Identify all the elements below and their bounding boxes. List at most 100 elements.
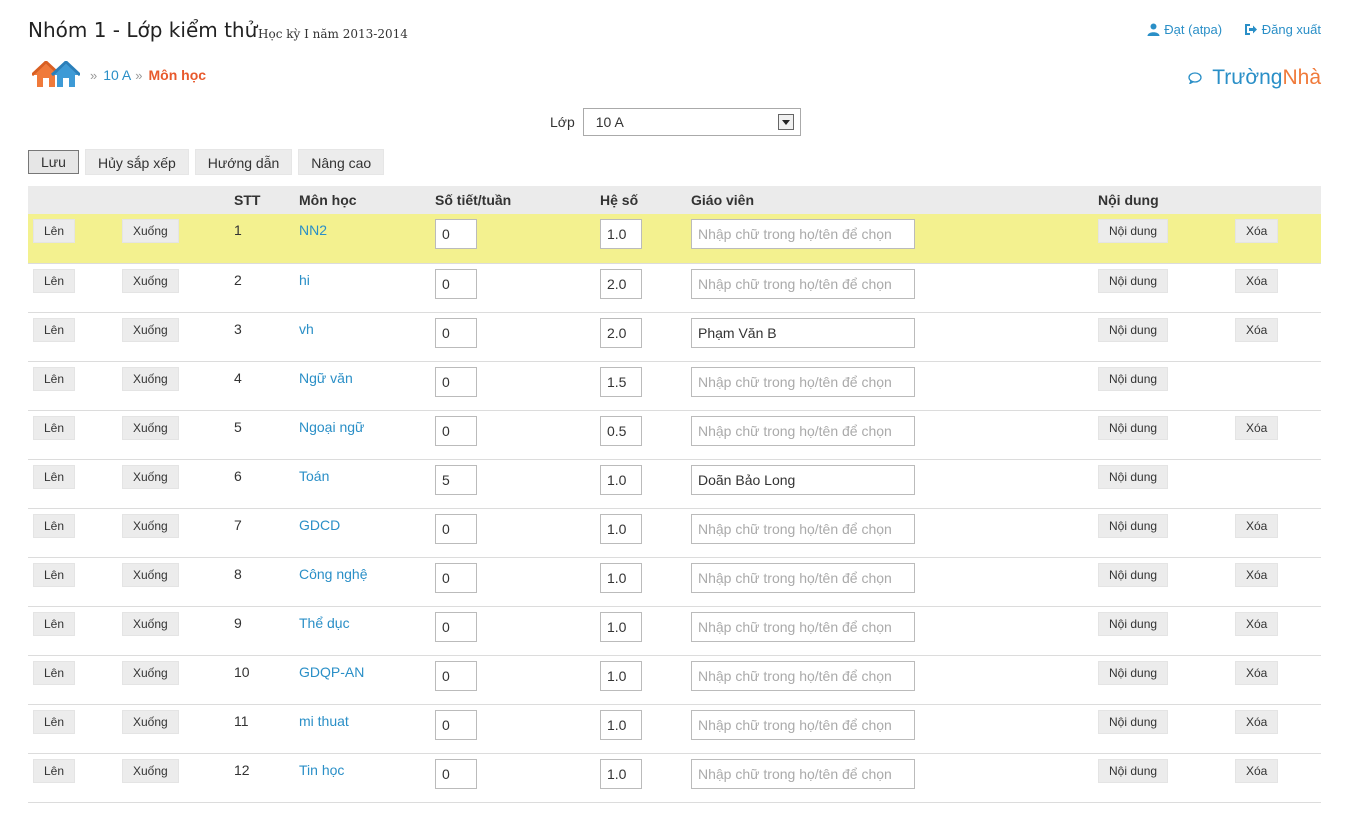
- move-down-button[interactable]: Xuống: [122, 660, 179, 685]
- coef-input[interactable]: 1.0: [600, 219, 642, 249]
- subject-link[interactable]: Toán: [299, 468, 329, 484]
- content-button[interactable]: Nội dung: [1098, 611, 1169, 636]
- home-icon[interactable]: [32, 61, 80, 89]
- coef-input[interactable]: 2.0: [600, 268, 642, 299]
- move-down-button[interactable]: Xuống: [122, 513, 179, 538]
- guide-button[interactable]: Hướng dẫn: [194, 149, 293, 175]
- subject-link[interactable]: mi thuat: [299, 713, 349, 729]
- logout-link[interactable]: Đăng xuất: [1244, 22, 1321, 37]
- periods-input[interactable]: 0: [435, 513, 477, 544]
- coef-input[interactable]: 1.0: [600, 758, 642, 789]
- move-down-button[interactable]: Xuống: [122, 366, 179, 391]
- periods-input[interactable]: 5: [435, 464, 477, 495]
- subject-link[interactable]: Thể dục: [299, 615, 350, 631]
- content-button[interactable]: Nội dung: [1098, 660, 1169, 685]
- subject-link[interactable]: hi: [299, 272, 310, 288]
- dropdown-arrow-icon[interactable]: [777, 114, 794, 130]
- move-down-button[interactable]: Xuống: [122, 317, 179, 342]
- periods-input[interactable]: 0: [435, 317, 477, 348]
- periods-input[interactable]: 0: [435, 562, 477, 593]
- coef-input[interactable]: 1.0: [600, 611, 642, 642]
- content-button[interactable]: Nội dung: [1098, 513, 1169, 538]
- move-up-button[interactable]: Lên: [33, 562, 76, 587]
- coef-input[interactable]: 1.0: [600, 709, 642, 740]
- move-up-button[interactable]: Lên: [33, 464, 76, 489]
- periods-input[interactable]: 0: [435, 611, 477, 642]
- save-button[interactable]: Lưu: [28, 150, 79, 174]
- coef-input[interactable]: 1.0: [600, 464, 642, 495]
- content-button[interactable]: Nội dung: [1098, 317, 1169, 342]
- coef-input[interactable]: 1.0: [600, 562, 642, 593]
- teacher-input[interactable]: Nhập chữ trong họ/tên để chọn: [691, 415, 915, 446]
- delete-button[interactable]: Xóa: [1235, 660, 1279, 685]
- move-down-button[interactable]: Xuống: [122, 219, 179, 243]
- user-link[interactable]: Đạt (atpa): [1147, 22, 1222, 37]
- teacher-input[interactable]: Phạm Văn B: [691, 317, 915, 348]
- periods-input[interactable]: 0: [435, 709, 477, 740]
- content-button[interactable]: Nội dung: [1098, 709, 1169, 734]
- move-down-button[interactable]: Xuống: [122, 562, 179, 587]
- content-button[interactable]: Nội dung: [1098, 562, 1169, 587]
- teacher-input[interactable]: Nhập chữ trong họ/tên để chọn: [691, 709, 915, 740]
- subject-link[interactable]: Ngoại ngữ: [299, 419, 364, 435]
- content-button[interactable]: Nội dung: [1098, 366, 1169, 391]
- delete-button[interactable]: Xóa: [1235, 513, 1279, 538]
- coef-input[interactable]: 1.0: [600, 513, 642, 544]
- teacher-input[interactable]: Nhập chữ trong họ/tên để chọn: [691, 660, 915, 691]
- teacher-input[interactable]: Nhập chữ trong họ/tên để chọn: [691, 758, 915, 789]
- periods-input[interactable]: 0: [435, 268, 477, 299]
- subject-link[interactable]: NN2: [299, 222, 327, 238]
- periods-input[interactable]: 0: [435, 758, 477, 789]
- move-up-button[interactable]: Lên: [33, 709, 76, 734]
- teacher-input[interactable]: Doãn Bảo Long: [691, 464, 915, 495]
- coef-input[interactable]: 2.0: [600, 317, 642, 348]
- move-up-button[interactable]: Lên: [33, 268, 76, 293]
- delete-button[interactable]: Xóa: [1235, 562, 1279, 587]
- move-up-button[interactable]: Lên: [33, 660, 76, 685]
- periods-input[interactable]: 0: [435, 660, 477, 691]
- teacher-input[interactable]: Nhập chữ trong họ/tên để chọn: [691, 611, 915, 642]
- teacher-input[interactable]: Nhập chữ trong họ/tên để chọn: [691, 366, 915, 397]
- content-button[interactable]: Nội dung: [1098, 268, 1169, 293]
- move-down-button[interactable]: Xuống: [122, 464, 179, 489]
- move-up-button[interactable]: Lên: [33, 611, 76, 636]
- move-down-button[interactable]: Xuống: [122, 758, 179, 783]
- subject-link[interactable]: vh: [299, 321, 314, 337]
- move-down-button[interactable]: Xuống: [122, 415, 179, 440]
- delete-button[interactable]: Xóa: [1235, 268, 1279, 293]
- breadcrumb-class-link[interactable]: 10 A: [103, 67, 131, 83]
- periods-input[interactable]: 0: [435, 366, 477, 397]
- coef-input[interactable]: 1.0: [600, 660, 642, 691]
- content-button[interactable]: Nội dung: [1098, 415, 1169, 440]
- delete-button[interactable]: Xóa: [1235, 219, 1279, 243]
- delete-button[interactable]: Xóa: [1235, 317, 1279, 342]
- teacher-input[interactable]: Nhập chữ trong họ/tên để chọn: [691, 562, 915, 593]
- content-button[interactable]: Nội dung: [1098, 219, 1169, 243]
- subject-link[interactable]: Công nghệ: [299, 566, 368, 582]
- subject-link[interactable]: Tin học: [299, 762, 344, 778]
- move-up-button[interactable]: Lên: [33, 366, 76, 391]
- periods-input[interactable]: 0: [435, 219, 477, 249]
- move-up-button[interactable]: Lên: [33, 513, 76, 538]
- delete-button[interactable]: Xóa: [1235, 611, 1279, 636]
- advanced-button[interactable]: Nâng cao: [298, 149, 385, 175]
- subject-link[interactable]: GDQP-AN: [299, 664, 364, 680]
- delete-button[interactable]: Xóa: [1235, 758, 1279, 783]
- move-up-button[interactable]: Lên: [33, 317, 76, 342]
- cancel-sort-button[interactable]: Hủy sắp xếp: [84, 149, 189, 175]
- class-select[interactable]: 10 A: [582, 108, 801, 136]
- teacher-input[interactable]: Nhập chữ trong họ/tên để chọn: [691, 268, 915, 299]
- move-up-button[interactable]: Lên: [33, 415, 76, 440]
- content-button[interactable]: Nội dung: [1098, 758, 1169, 783]
- teacher-input[interactable]: Nhập chữ trong họ/tên để chọn: [691, 219, 915, 249]
- periods-input[interactable]: 0: [435, 415, 477, 446]
- delete-button[interactable]: Xóa: [1235, 709, 1279, 734]
- move-up-button[interactable]: Lên: [33, 758, 76, 783]
- move-down-button[interactable]: Xuống: [122, 268, 179, 293]
- subject-link[interactable]: GDCD: [299, 517, 340, 533]
- subject-link[interactable]: Ngữ văn: [299, 370, 353, 386]
- content-button[interactable]: Nội dung: [1098, 464, 1169, 489]
- move-down-button[interactable]: Xuống: [122, 709, 179, 734]
- teacher-input[interactable]: Nhập chữ trong họ/tên để chọn: [691, 513, 915, 544]
- move-down-button[interactable]: Xuống: [122, 611, 179, 636]
